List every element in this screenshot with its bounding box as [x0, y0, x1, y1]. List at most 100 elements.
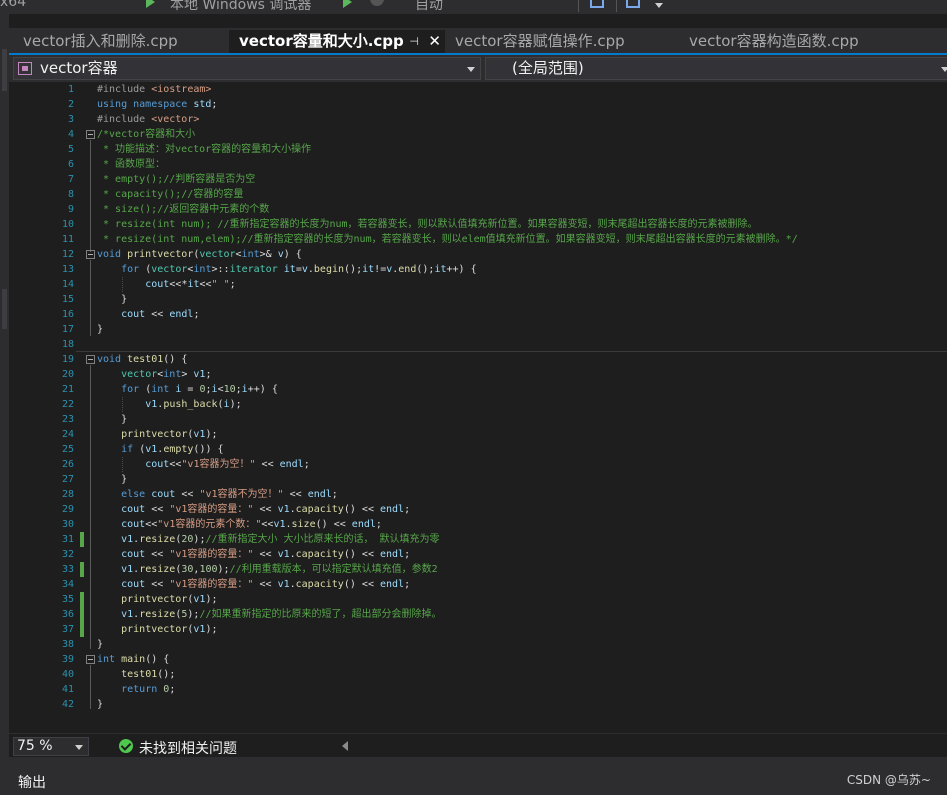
code-line[interactable]: 36 v1.resize(5);//如果重新指定的比原来的短了，超出部分会删除掉…	[14, 607, 947, 622]
scroll-left-icon[interactable]	[342, 741, 348, 751]
debugger-label[interactable]: 本地 Windows 调试器	[170, 0, 311, 14]
code-text: }	[121, 414, 128, 425]
code-line[interactable]: 28 else cout << "v1容器不为空！" << endl;	[14, 487, 947, 502]
chevron-down-icon[interactable]	[655, 3, 663, 8]
code-line[interactable]: 11 * resize(int num,elem);//重新指定容器的长度为nu…	[14, 232, 947, 247]
home-icon[interactable]	[626, 0, 640, 8]
tab-vector-assign[interactable]: vector容器赋值操作.cpp	[445, 30, 679, 53]
code-text: void printvector(vector<int>& v) {	[97, 249, 302, 260]
code-line[interactable]: 6 * 函数原型：	[14, 157, 947, 172]
code-line[interactable]: 20 vector<int> v1;	[14, 367, 947, 382]
line-number: 29	[61, 504, 74, 515]
code-line[interactable]: 39 int main() {	[14, 652, 947, 667]
tab-label: vector容量和大小.cpp	[239, 32, 404, 50]
tab-vector-capacity-size[interactable]: vector容量和大小.cpp ⊣ ✕	[229, 30, 447, 53]
code-line[interactable]: 26 cout<<"v1容器为空！" << endl;	[14, 457, 947, 472]
code-line[interactable]: 17}	[14, 322, 947, 337]
code-line[interactable]: 32 cout << "v1容器的容量：" << v1.capacity() <…	[14, 547, 947, 562]
code-line[interactable]: 22 v1.push_back(i);	[14, 397, 947, 412]
code-line[interactable]: 31 v1.resize(20);//重新指定大小 大小比原来长的话， 默认填充…	[14, 532, 947, 547]
code-line[interactable]: 37 printvector(v1);	[14, 622, 947, 637]
line-number: 4	[67, 129, 74, 140]
code-text: cout<<*it<<" ";	[145, 279, 236, 290]
rail-tab[interactable]	[2, 49, 7, 91]
code-line[interactable]: 4 /*vector容器和大小	[14, 127, 947, 142]
code-line[interactable]: 5 * 功能描述：对vector容器的容量和大小操作	[14, 142, 947, 157]
tab-vector-constructor[interactable]: vector容器构造函数.cpp	[679, 30, 913, 53]
issues-status[interactable]: 未找到相关问题	[139, 738, 237, 758]
code-line[interactable]: 19 void test01() {	[14, 352, 947, 367]
code-line[interactable]: 41 return 0;	[14, 682, 947, 697]
code-text: if (v1.empty()) {	[121, 444, 224, 455]
rail-tab[interactable]	[2, 289, 7, 329]
code-line[interactable]: 25 if (v1.empty()) {	[14, 442, 947, 457]
code-line[interactable]: 35 printvector(v1);	[14, 592, 947, 607]
solution-explorer-icon[interactable]	[590, 0, 604, 8]
code-text: printvector(v1);	[121, 429, 218, 440]
line-number: 37	[61, 624, 74, 635]
collapse-icon[interactable]	[86, 130, 95, 139]
code-text: * resize(int num); //重新指定容器的长度为num，若容器变长…	[97, 219, 758, 230]
code-line[interactable]: 29 cout << "v1容器的容量：" << v1.capacity() <…	[14, 502, 947, 517]
code-line[interactable]: 33 v1.resize(30,100);//利用重载版本，可以指定默认填充值，…	[14, 562, 947, 577]
code-line[interactable]: 10 * resize(int num); //重新指定容器的长度为num，若容…	[14, 217, 947, 232]
check-circle-icon	[119, 739, 133, 753]
code-line[interactable]: 42}	[14, 697, 947, 712]
code-line[interactable]: 7 * empty();//判断容器是否为空	[14, 172, 947, 187]
start-debug-icon[interactable]	[146, 0, 155, 8]
code-line[interactable]: 3 #include <vector>	[14, 112, 947, 127]
code-line[interactable]: 9 * size();//返回容器中元素的个数	[14, 202, 947, 217]
chevron-down-icon[interactable]	[941, 67, 947, 72]
chevron-down-icon[interactable]	[467, 67, 475, 72]
code-line[interactable]: 1 #include <iostream>	[14, 82, 947, 97]
code-line[interactable]: 27 }	[14, 472, 947, 487]
code-text: else cout << "v1容器不为空！" << endl;	[121, 489, 338, 500]
tab-vector-insert-delete[interactable]: vector插入和删除.cpp	[13, 30, 229, 53]
code-line[interactable]: 21 for (int i = 0;i<10;i++) {	[14, 382, 947, 397]
scope-member-dropdown[interactable]: (全局范围)	[485, 57, 947, 80]
code-line[interactable]: 15 }	[14, 292, 947, 307]
code-line[interactable]: 38}	[14, 637, 947, 652]
code-text: using namespace std;	[97, 99, 218, 110]
code-text: }	[121, 294, 128, 305]
code-text: void test01() {	[97, 354, 188, 365]
code-line[interactable]: 14 cout<<*it<<" ";	[14, 277, 947, 292]
collapse-icon[interactable]	[86, 250, 95, 259]
pin-icon[interactable]: ⊣	[409, 30, 419, 53]
code-line[interactable]: 13 for (vector<int>::iterator it=v.begin…	[14, 262, 947, 277]
code-line[interactable]: 12 void printvector(vector<int>& v) {	[14, 247, 947, 262]
auto-label[interactable]: 自动	[415, 0, 443, 14]
code-line[interactable]: 16 cout << endl;	[14, 307, 947, 322]
line-number: 35	[61, 594, 74, 605]
line-number: 14	[61, 279, 74, 290]
class-icon	[18, 62, 32, 75]
code-line[interactable]: 8 * capacity();//容器的容量	[14, 187, 947, 202]
zoom-dropdown[interactable]: 75 %	[13, 737, 89, 756]
editor-status-row: 75 % 未找到相关问题	[9, 733, 947, 757]
output-panel-title[interactable]: 输出	[18, 772, 46, 792]
code-text: for (int i = 0;i<10;i++) {	[121, 384, 278, 395]
code-editor[interactable]: 1 #include <iostream> 2 using namespace std…	[14, 82, 947, 733]
code-text: cout << "v1容器的容量：" << v1.capacity() << e…	[121, 579, 411, 590]
code-text: v1.resize(20);//重新指定大小 大小比原来长的话， 默认填充为零	[121, 534, 440, 545]
code-line[interactable]: 30 cout<<"v1容器的元素个数："<<v1.size() << endl…	[14, 517, 947, 532]
record-icon[interactable]	[370, 0, 384, 6]
line-number: 23	[61, 414, 74, 425]
code-line[interactable]: 34 cout << "v1容器的容量：" << v1.capacity() <…	[14, 577, 947, 592]
scope-class-dropdown[interactable]: vector容器	[13, 57, 481, 80]
collapse-icon[interactable]	[86, 655, 95, 664]
code-text: #include <vector>	[97, 114, 200, 125]
code-text: v1.resize(30,100);//利用重载版本，可以指定默认填充值，参数2	[121, 564, 438, 575]
code-text: return 0;	[121, 684, 176, 695]
code-text: /*vector容器和大小	[97, 129, 196, 140]
start-without-debug-icon[interactable]	[343, 0, 352, 8]
code-line[interactable]: 23 }	[14, 412, 947, 427]
collapse-icon[interactable]	[86, 355, 95, 364]
chevron-down-icon[interactable]	[75, 745, 83, 750]
code-line[interactable]: 2 using namespace std;	[14, 97, 947, 112]
platform-label[interactable]: x64	[0, 0, 26, 10]
close-icon[interactable]: ✕	[428, 30, 441, 53]
code-line[interactable]: 18	[14, 337, 947, 352]
code-line[interactable]: 40 test01();	[14, 667, 947, 682]
code-line[interactable]: 24 printvector(v1);	[14, 427, 947, 442]
